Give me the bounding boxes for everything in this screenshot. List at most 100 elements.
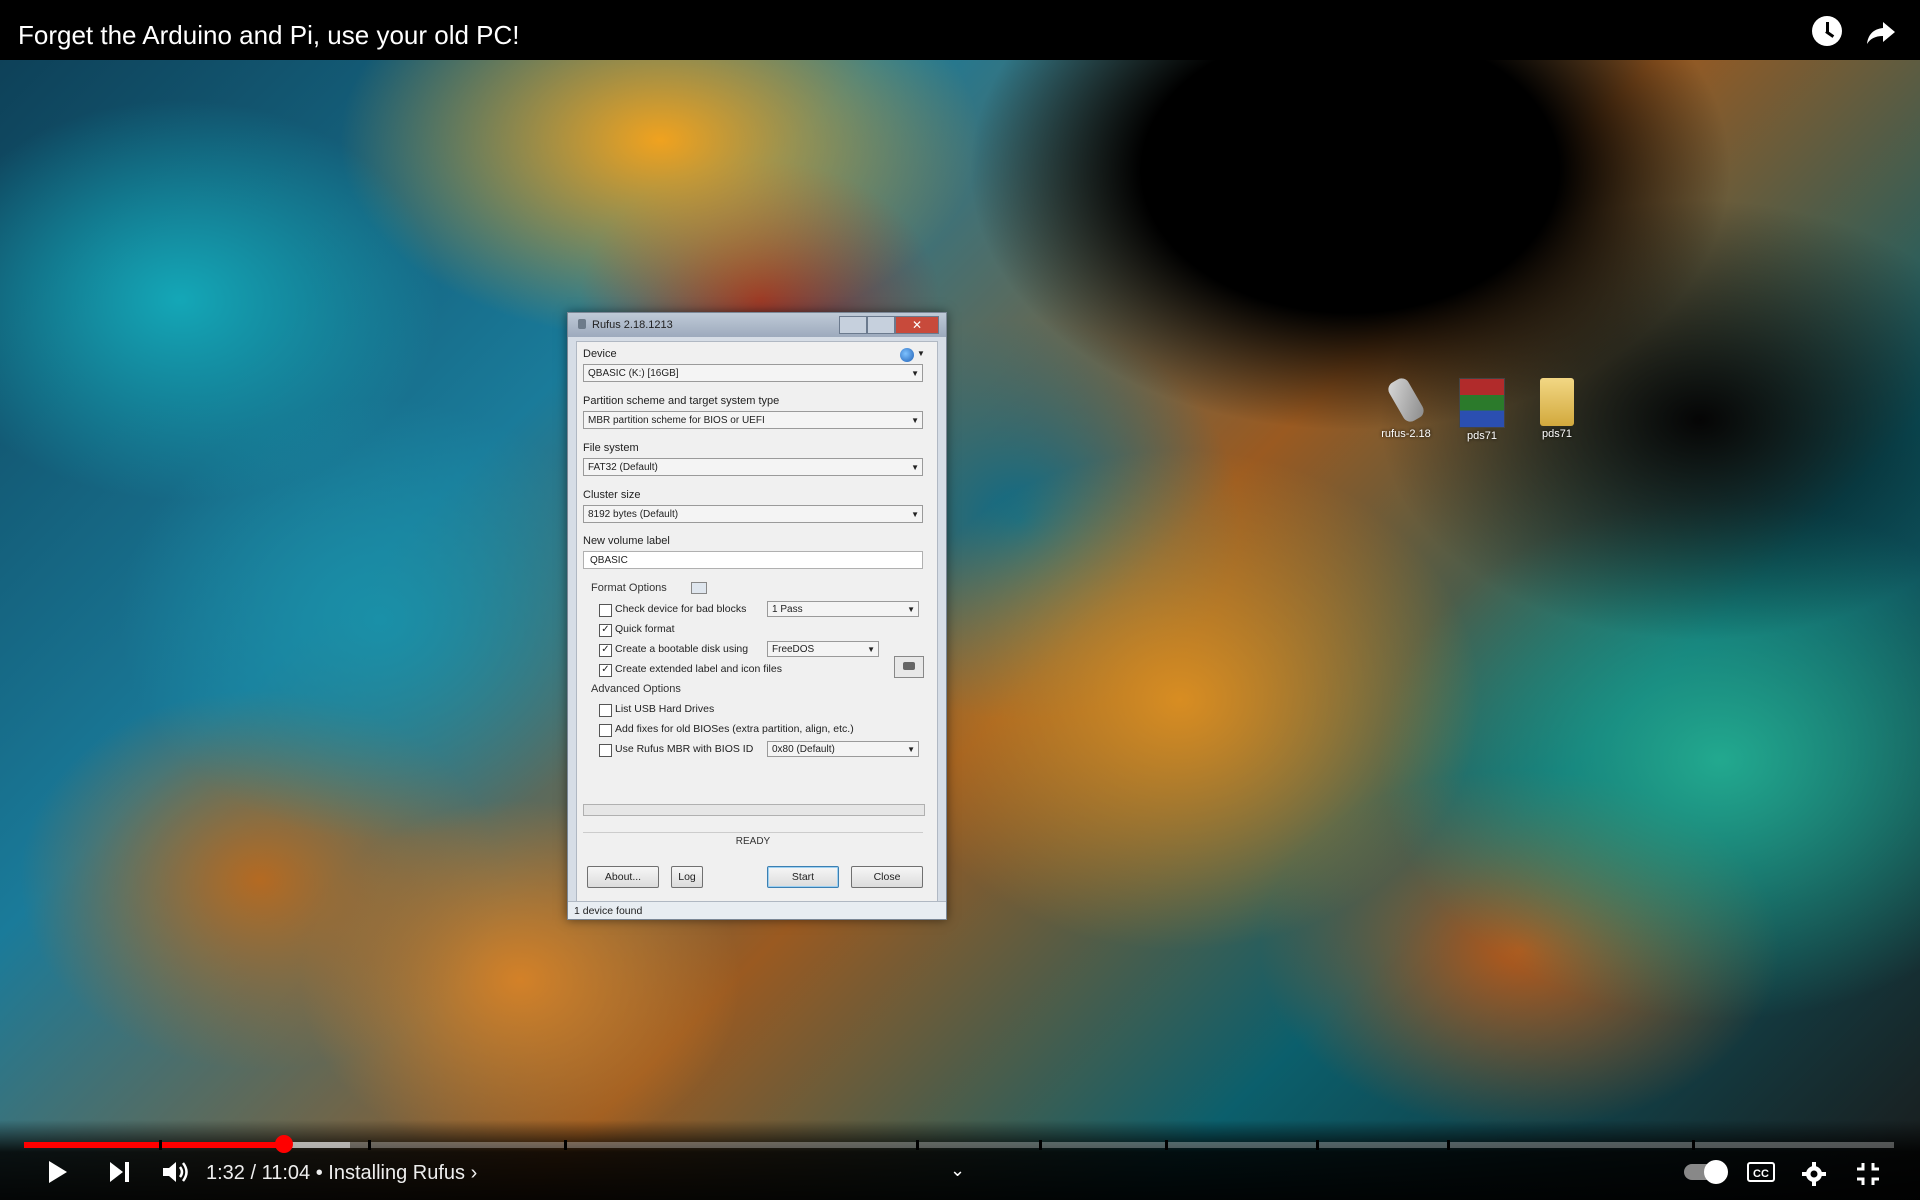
advanced-options-heading[interactable]: Advanced Options bbox=[591, 683, 681, 695]
rufus-mbr-checkbox[interactable] bbox=[599, 744, 612, 757]
volume-label-label: New volume label bbox=[583, 535, 670, 547]
file-system-label: File system bbox=[583, 442, 639, 454]
next-video-icon[interactable] bbox=[106, 1158, 132, 1186]
list-usb-label: List USB Hard Drives bbox=[615, 703, 715, 715]
chevron-down-icon: ▼ bbox=[911, 463, 919, 472]
chapter-mark bbox=[564, 1140, 568, 1150]
extended-label-label: Create extended label and icon files bbox=[615, 663, 782, 675]
watch-later-clock-icon[interactable] bbox=[1812, 16, 1844, 48]
video-title[interactable]: Forget the Arduino and Pi, use your old … bbox=[18, 20, 520, 50]
close-button[interactable]: Close bbox=[851, 866, 923, 888]
progress-scrubber[interactable] bbox=[24, 1135, 1894, 1153]
volume-icon[interactable] bbox=[160, 1158, 190, 1186]
chapter-mark bbox=[158, 1140, 162, 1150]
chapter-mark bbox=[1316, 1140, 1320, 1150]
volume-label-input[interactable]: QBASIC bbox=[583, 551, 923, 569]
list-usb-checkbox[interactable] bbox=[599, 704, 612, 717]
disk-drive-icon bbox=[903, 662, 915, 670]
window-title: Rufus 2.18.1213 bbox=[592, 319, 673, 331]
time-current-duration: 1:32 / 11:04 bbox=[206, 1162, 311, 1184]
folder-icon bbox=[1540, 378, 1574, 426]
exit-fullscreen-icon[interactable] bbox=[1854, 1160, 1882, 1188]
device-select[interactable]: QBASIC (K:) [16GB] ▼ bbox=[583, 364, 923, 382]
rufus-client-area: Device ▼ QBASIC (K:) [16GB] ▼ Partition s… bbox=[576, 341, 938, 903]
chevron-down-icon: ▼ bbox=[911, 416, 919, 425]
boot-type-select[interactable]: FreeDOS ▼ bbox=[767, 641, 879, 657]
language-globe-icon[interactable] bbox=[900, 348, 914, 362]
device-label: Device bbox=[583, 348, 617, 360]
add-fixes-label: Add fixes for old BIOSes (extra partitio… bbox=[615, 723, 854, 735]
chevron-down-icon: ▼ bbox=[911, 369, 919, 378]
closed-captions-icon[interactable]: CC bbox=[1747, 1162, 1775, 1182]
scrubber-handle[interactable] bbox=[275, 1135, 294, 1153]
log-button[interactable]: Log bbox=[671, 866, 703, 888]
chevron-down-icon: ▼ bbox=[867, 645, 875, 654]
chevron-down-icon[interactable]: ▼ bbox=[917, 349, 925, 358]
scrubber-played bbox=[24, 1142, 285, 1148]
gear-icon[interactable] bbox=[1800, 1160, 1828, 1188]
desktop-icon-pds71-folder[interactable]: pds71 bbox=[1522, 378, 1592, 440]
desktop-icon-label: pds71 bbox=[1542, 428, 1572, 440]
status-text: READY bbox=[583, 832, 923, 851]
chevron-down-icon: ▼ bbox=[907, 605, 915, 614]
winrar-archive-icon bbox=[1459, 378, 1505, 428]
rufus-window: Rufus 2.18.1213 ✕ Device ▼ QBASIC (K:) [… bbox=[567, 312, 947, 920]
file-system-select-value: FAT32 (Default) bbox=[588, 462, 658, 473]
chevron-down-icon: ▼ bbox=[907, 745, 915, 754]
chevron-down-icon: ▼ bbox=[911, 510, 919, 519]
partition-select-value: MBR partition scheme for BIOS or UEFI bbox=[588, 415, 765, 426]
time-display: 1:32 / 11:04 • Installing Rufus › bbox=[206, 1160, 477, 1186]
desktop-icon-pds71-archive[interactable]: pds71 bbox=[1447, 378, 1517, 442]
minimize-button[interactable] bbox=[839, 316, 867, 334]
autoplay-knob bbox=[1704, 1160, 1728, 1184]
bootable-label: Create a bootable disk using bbox=[615, 643, 749, 655]
rufus-mbr-label: Use Rufus MBR with BIOS ID bbox=[615, 743, 754, 755]
share-arrow-icon[interactable] bbox=[1865, 16, 1897, 48]
select-image-button[interactable] bbox=[894, 656, 924, 678]
bios-id-select-value: 0x80 (Default) bbox=[772, 744, 835, 755]
maximize-button[interactable] bbox=[867, 316, 895, 334]
chapter-chevron-icon[interactable]: › bbox=[471, 1162, 478, 1184]
device-select-value: QBASIC (K:) [16GB] bbox=[588, 368, 679, 379]
bios-id-select[interactable]: 0x80 (Default) ▼ bbox=[767, 741, 919, 757]
window-status-bar: 1 device found bbox=[568, 901, 946, 919]
boot-type-select-value: FreeDOS bbox=[772, 644, 815, 655]
passes-select[interactable]: 1 Pass ▼ bbox=[767, 601, 919, 617]
chapter-mark bbox=[1447, 1140, 1451, 1150]
usb-drive-icon bbox=[1384, 375, 1428, 426]
check-bad-blocks-checkbox[interactable] bbox=[599, 604, 612, 617]
add-fixes-checkbox[interactable] bbox=[599, 724, 612, 737]
chapter-mark bbox=[1164, 1140, 1168, 1150]
start-button[interactable]: Start bbox=[767, 866, 839, 888]
partition-label: Partition scheme and target system type bbox=[583, 395, 780, 407]
cluster-size-label: Cluster size bbox=[583, 489, 641, 501]
toggle-options-icon[interactable] bbox=[691, 582, 707, 594]
bootable-checkbox[interactable]: ✓ bbox=[599, 644, 612, 657]
format-progress-bar bbox=[583, 804, 925, 816]
window-title-bar[interactable]: Rufus 2.18.1213 ✕ bbox=[568, 313, 946, 337]
video-frame[interactable]: Forget the Arduino and Pi, use your old … bbox=[0, 0, 1920, 1200]
autoplay-toggle[interactable] bbox=[1684, 1160, 1728, 1184]
cluster-size-select[interactable]: 8192 bytes (Default) ▼ bbox=[583, 505, 923, 523]
file-system-select[interactable]: FAT32 (Default) ▼ bbox=[583, 458, 923, 476]
chapter-title[interactable]: • Installing Rufus bbox=[316, 1162, 465, 1184]
window-close-button[interactable]: ✕ bbox=[895, 316, 939, 334]
cluster-size-select-value: 8192 bytes (Default) bbox=[588, 509, 679, 520]
partition-select[interactable]: MBR partition scheme for BIOS or UEFI ▼ bbox=[583, 411, 923, 429]
desktop-icon-label: pds71 bbox=[1467, 430, 1497, 442]
about-button[interactable]: About... bbox=[587, 866, 659, 888]
chapter-mark bbox=[1692, 1140, 1696, 1150]
chapter-mark bbox=[915, 1140, 919, 1150]
desktop-icon-rufus[interactable]: rufus-2.18 bbox=[1371, 375, 1441, 440]
extended-label-checkbox[interactable]: ✓ bbox=[599, 664, 612, 677]
chapter-mark bbox=[368, 1140, 372, 1150]
check-bad-blocks-label: Check device for bad blocks bbox=[615, 603, 747, 615]
format-options-text: Format Options bbox=[591, 582, 667, 594]
desktop-icon-label: rufus-2.18 bbox=[1381, 428, 1431, 440]
passes-select-value: 1 Pass bbox=[772, 604, 803, 615]
rufus-app-icon bbox=[578, 319, 586, 329]
chevron-down-icon[interactable]: ⌄ bbox=[950, 1160, 965, 1181]
play-icon[interactable] bbox=[44, 1158, 70, 1186]
chapter-mark bbox=[1039, 1140, 1043, 1150]
quick-format-checkbox[interactable]: ✓ bbox=[599, 624, 612, 637]
